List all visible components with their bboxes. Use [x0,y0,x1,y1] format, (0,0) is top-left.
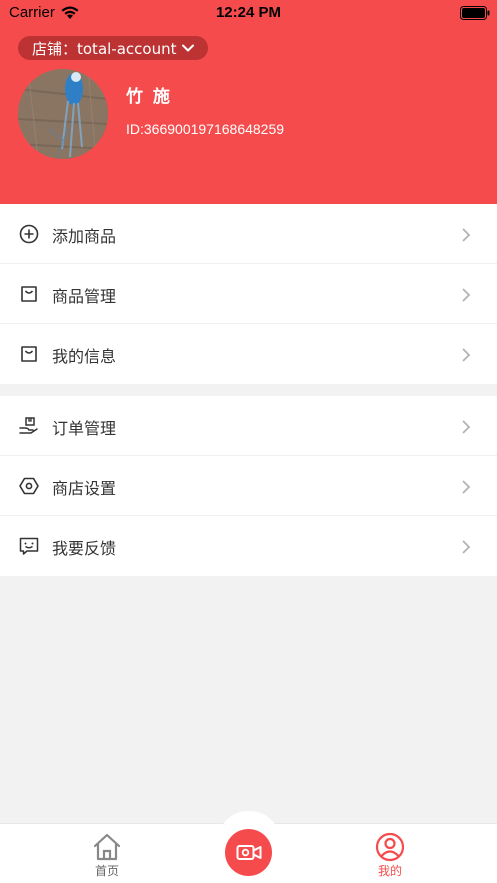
tab-home-label: 首页 [94,864,119,878]
user-id: ID:366900197168648259 [126,121,285,137]
shop-selector[interactable]: 店铺：total-account [18,36,209,60]
feedback-chat-icon [19,537,39,555]
menu-item-order-management[interactable]: 订单管理 [0,396,497,456]
profile-header: Carrier 12:24 PM 店铺：total-account 竹 施 ID… [0,0,497,204]
chevron-right-icon [462,480,471,494]
menu-item-feedback[interactable]: 我要反馈 [0,516,497,576]
menu-item-label: 我的信息 [52,347,117,366]
chevron-right-icon [462,228,471,242]
chevron-down-icon [182,44,195,52]
menu-item-store-settings[interactable]: 商店设置 [0,456,497,516]
chevron-right-icon [462,348,471,362]
shop-selector-label: 店铺：total-account [32,39,177,58]
plus-circle-icon [19,224,39,244]
menu-item-my-info[interactable]: 我的信息 [0,324,497,384]
user-circle-icon [375,832,405,862]
chevron-right-icon [462,420,471,434]
menu-item-label: 我要反馈 [52,539,117,558]
menu-group-store: 订单管理 商店设置 我要反馈 [0,396,497,576]
bag-icon [21,346,37,362]
video-camera-icon [236,845,262,860]
bag-icon [21,286,37,302]
avatar-image [18,69,108,159]
user-name: 竹 施 [126,87,172,107]
menu-item-label: 商店设置 [52,479,117,498]
hex-settings-icon [19,477,39,495]
tab-mine-label: 我的 [377,864,402,878]
menu-item-label: 添加商品 [52,227,117,246]
menu-item-add-product[interactable]: 添加商品 [0,204,497,264]
chevron-right-icon [462,540,471,554]
center-video-button[interactable] [225,829,272,876]
menu-item-product-management[interactable]: 商品管理 [0,264,497,324]
menu-item-label: 订单管理 [52,419,117,438]
hand-box-icon [19,417,38,434]
tab-home[interactable]: 首页 [57,824,157,883]
status-time: 12:24 PM [215,4,282,21]
battery-icon [460,6,490,20]
status-bar: Carrier 12:24 PM [0,0,497,26]
menu-item-label: 商品管理 [52,287,117,306]
menu-group-products: 添加商品 商品管理 我的信息 [0,204,497,384]
chevron-right-icon [462,288,471,302]
home-icon [93,833,121,861]
tab-mine[interactable]: 我的 [340,824,440,883]
avatar[interactable] [18,69,108,159]
